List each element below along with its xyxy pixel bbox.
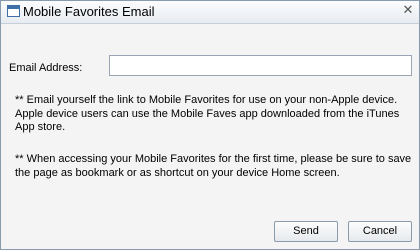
window-icon [7,5,20,17]
email-input[interactable] [109,55,412,76]
dialog-body: Email Address: ** Email yourself the lin… [1,24,419,249]
email-label: Email Address: [9,62,83,74]
mobile-favorites-email-dialog: Mobile Favorites Email ✕ Email Address: … [0,0,420,250]
note-non-apple-devices: ** Email yourself the link to Mobile Fav… [15,94,400,133]
note-first-time-access: ** When accessing your Mobile Favorites … [15,153,412,179]
title-bar[interactable]: Mobile Favorites Email ✕ [1,1,419,24]
cancel-button[interactable]: Cancel [348,221,412,242]
close-icon[interactable]: ✕ [402,3,414,17]
send-button[interactable]: Send [274,221,338,242]
dialog-title: Mobile Favorites Email [23,4,155,19]
